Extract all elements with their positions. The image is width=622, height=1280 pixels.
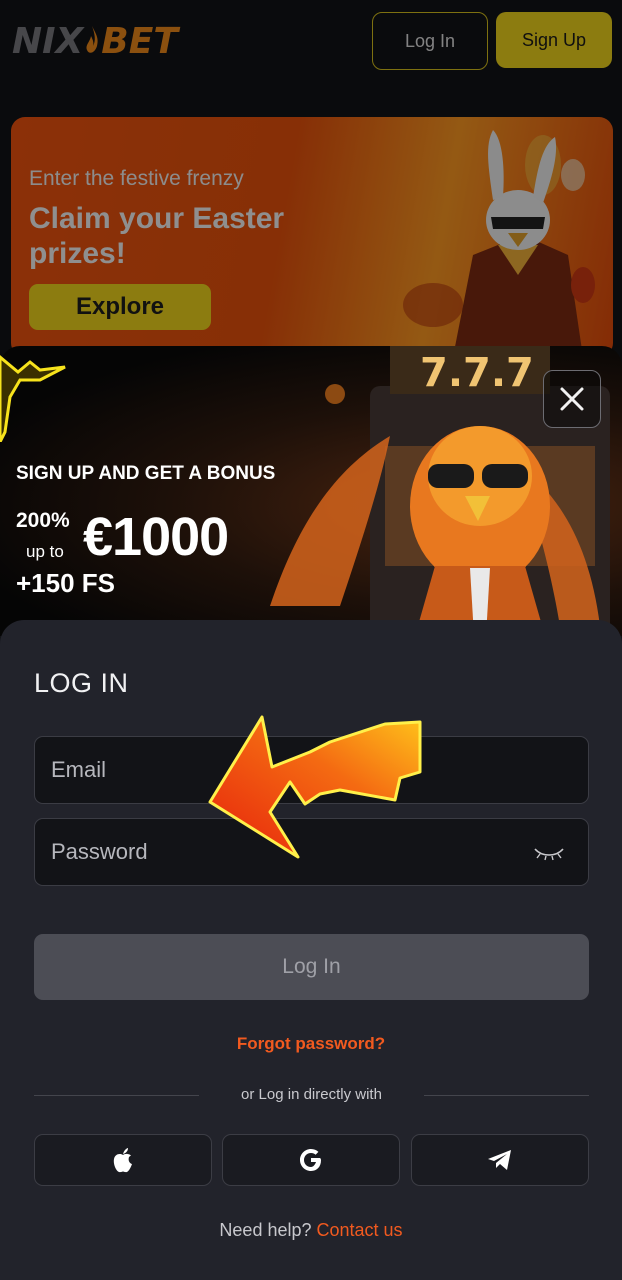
contact-us-link[interactable]: Contact us xyxy=(317,1220,403,1240)
flame-icon xyxy=(86,26,98,53)
logo-text-bet: BET xyxy=(101,20,178,62)
help-footer: Need help? Contact us xyxy=(0,1220,622,1241)
bonus-heading: SIGN UP AND GET A BONUS xyxy=(16,463,276,484)
promo-subtitle: Enter the festive frenzy xyxy=(29,167,244,190)
bonus-amount: €1000 xyxy=(83,507,229,567)
google-icon xyxy=(300,1149,321,1171)
bonus-free-spins: +150 FS xyxy=(16,568,116,598)
close-icon xyxy=(560,387,584,411)
google-login-button[interactable] xyxy=(222,1134,400,1186)
login-submit-button[interactable]: Log In xyxy=(34,934,589,1000)
email-field-container xyxy=(34,736,589,804)
telegram-login-button[interactable] xyxy=(411,1134,589,1186)
social-divider: or Log in directly with xyxy=(34,1086,589,1106)
header-login-button[interactable]: Log In xyxy=(372,12,488,70)
bonus-percent: 200% xyxy=(16,509,70,532)
easter-bunny-illustration xyxy=(403,130,595,357)
eye-closed-icon[interactable] xyxy=(532,843,566,863)
top-header: NIX BET Log In Sign Up xyxy=(0,0,622,82)
apple-icon xyxy=(113,1148,132,1173)
close-modal-button[interactable] xyxy=(543,370,601,428)
forgot-password-link[interactable]: Forgot password? xyxy=(0,1034,622,1054)
divider-line-right xyxy=(424,1095,589,1096)
email-field[interactable] xyxy=(35,737,588,803)
explore-button[interactable]: Explore xyxy=(29,284,211,330)
telegram-icon xyxy=(488,1150,511,1170)
logo-text-nix: NIX xyxy=(12,20,84,62)
svg-text:7.7.7: 7.7.7 xyxy=(420,350,534,396)
password-field-container xyxy=(34,818,589,886)
header-signup-button[interactable]: Sign Up xyxy=(496,12,612,68)
lightning-decoration-icon xyxy=(0,355,66,442)
login-panel: LOG IN Log In Forgot password? or Log in… xyxy=(0,620,622,1280)
promo-title: Claim your Easter prizes! xyxy=(29,202,285,270)
nixbet-logo[interactable]: NIX BET xyxy=(12,21,178,62)
password-field[interactable] xyxy=(35,819,588,885)
apple-login-button[interactable] xyxy=(34,1134,212,1186)
login-title: LOG IN xyxy=(34,668,129,698)
bonus-up-to: up to xyxy=(26,542,64,561)
signup-bonus-banner: 7.7.7 SIGN UP AND GET A BONUS 200% up to… xyxy=(0,346,622,636)
help-text: Need help? xyxy=(219,1220,312,1240)
easter-promo-banner[interactable]: Enter the festive frenzy Claim your East… xyxy=(11,117,613,357)
